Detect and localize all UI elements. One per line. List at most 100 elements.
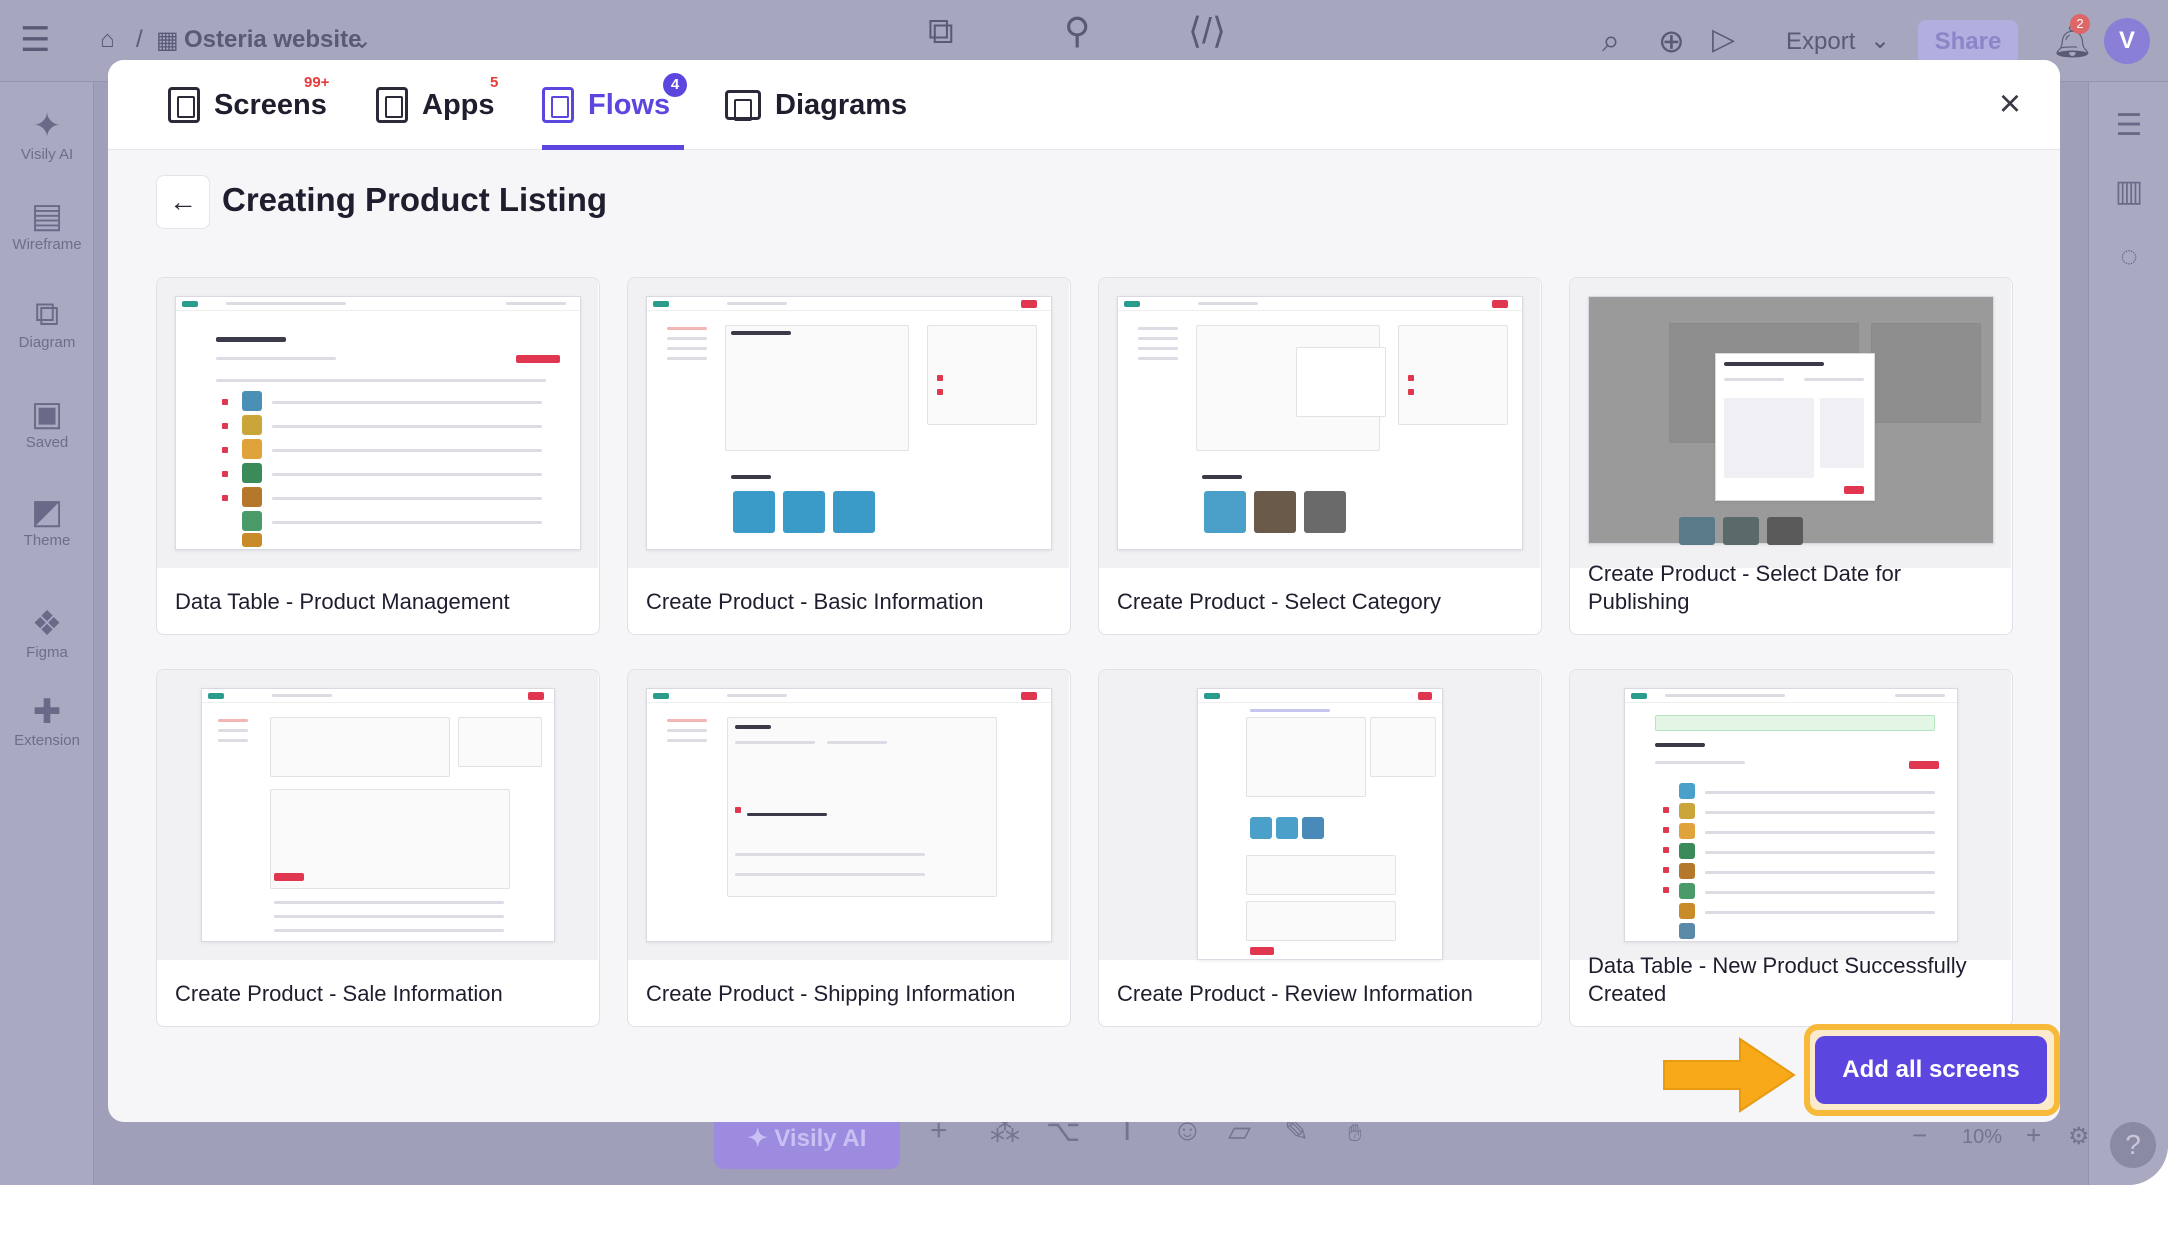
sidebar-item-diagram[interactable]: ⧉ Diagram	[0, 294, 94, 351]
back-button[interactable]: ←	[156, 175, 210, 229]
project-icon: ▦	[156, 27, 179, 54]
screen-card-label: Create Product - Basic Information	[646, 589, 984, 614]
close-icon[interactable]: ×	[1990, 84, 2030, 124]
tab-label: Flows	[588, 88, 671, 121]
avatar[interactable]: V	[2104, 18, 2150, 64]
add-all-screens-button[interactable]: Add all screens	[1815, 1036, 2047, 1104]
screen-card[interactable]: Create Product - Select Category	[1098, 277, 1542, 635]
screen-card[interactable]: Create Product - Basic Information	[627, 277, 1071, 635]
puzzle-icon: ✚	[32, 693, 62, 731]
sidebar-item-label: Wireframe	[12, 236, 82, 253]
screen-thumbnail	[157, 670, 598, 960]
screen-thumbnail	[1099, 670, 1540, 960]
notification-badge: 2	[2070, 14, 2090, 34]
prototype-mode-icon[interactable]: ⚲	[1064, 10, 1090, 52]
sidebar-item-theme[interactable]: ◩ Theme	[0, 492, 94, 549]
screen-card-label: Create Product - Review Information	[1117, 981, 1473, 1006]
screen-card[interactable]: Create Product - Sale Information	[156, 669, 600, 1027]
thumbnail-preview	[201, 688, 555, 942]
tab-apps[interactable]: Apps	[376, 60, 495, 150]
diagrams-icon	[725, 90, 761, 121]
sidebar-item-saved[interactable]: ▣ Saved	[0, 394, 94, 451]
project-name[interactable]: Osteria website	[184, 26, 361, 54]
zoom-out-icon[interactable]: −	[1912, 1120, 1927, 1151]
add-icon[interactable]: ⊕	[1658, 22, 1685, 60]
align-icon[interactable]: ▥	[2089, 174, 2168, 209]
screen-card[interactable]: Data Table - Product Management	[156, 277, 600, 635]
hand-tool-icon[interactable]: ✋︎	[1348, 1120, 1362, 1148]
play-icon[interactable]: ▷	[1712, 22, 1735, 57]
sidebar-item-label: Theme	[23, 532, 71, 549]
sidebar-item-visily-ai[interactable]: ✦ Visily AI	[0, 106, 94, 163]
tab-label: Apps	[422, 88, 495, 121]
gear-icon[interactable]: ⚙	[2068, 1122, 2090, 1151]
search-icon[interactable]: ⌕	[1602, 22, 1620, 60]
zoom-level[interactable]: 10%	[1962, 1126, 2002, 1149]
code-mode-icon[interactable]: ⟨/⟩	[1188, 10, 1226, 52]
sidebar-item-figma[interactable]: ❖ Figma	[0, 604, 94, 661]
apps-count-badge: 5	[490, 74, 499, 91]
tab-flows[interactable]: Flows	[542, 60, 685, 150]
sidebar-item-label: Diagram	[18, 334, 76, 351]
sidebar-item-label: Figma	[26, 644, 68, 661]
chevron-down-icon[interactable]: ⌄	[352, 26, 372, 55]
screen-card[interactable]: Create Product - Review Information	[1098, 669, 1542, 1027]
screen-card[interactable]: Create Product - Select Date for Publish…	[1569, 277, 2013, 635]
save-icon: ▣	[30, 395, 64, 433]
right-sidebar: ☰ ▥ ◌	[2088, 82, 2168, 1185]
flows-count-badge: 4	[663, 73, 687, 97]
screen-icon	[168, 87, 200, 123]
screen-card[interactable]: Data Table - New Product Successfully Cr…	[1569, 669, 2013, 1027]
thumbnail-preview	[1197, 688, 1443, 960]
home-icon[interactable]: ⌂	[100, 26, 115, 54]
flows-modal: Screens 99+ Apps 5 Flows 4 Diagrams × ← …	[108, 60, 2060, 1122]
menu-icon[interactable]: ☰	[20, 20, 50, 60]
thumbnail-preview	[646, 296, 1052, 550]
thumbnail-preview	[1624, 688, 1958, 942]
sidebar-item-label: Extension	[14, 732, 80, 749]
share-button[interactable]: Share	[1918, 20, 2018, 64]
screen-thumbnail	[1570, 670, 2011, 960]
sparkle-icon: ✦	[32, 107, 62, 145]
thumbnail-preview	[1588, 296, 1994, 545]
comment-icon[interactable]: ◌	[2089, 240, 2168, 274]
screen-thumbnail	[1099, 278, 1540, 568]
left-sidebar: ✦ Visily AI ▤ Wireframe ⧉ Diagram ▣ Saved ◩ T…	[0, 82, 94, 1185]
export-chevron-icon[interactable]: ⌄	[1870, 26, 1890, 55]
screen-card-label: Data Table - New Product Successfully Cr…	[1588, 953, 1967, 1006]
modal-header: Screens 99+ Apps 5 Flows 4 Diagrams ×	[108, 60, 2060, 150]
breadcrumb-separator: /	[136, 26, 143, 53]
date-picker-popup	[1715, 353, 1875, 501]
arrow-left-icon: ←	[169, 186, 197, 217]
wireframe-icon: ▤	[30, 197, 64, 235]
screen-thumbnail	[1570, 278, 2011, 568]
sidebar-item-extension[interactable]: ✚ Extension	[0, 692, 94, 749]
visily-ai-label: Visily AI	[774, 1125, 867, 1152]
help-icon[interactable]: ?	[2110, 1122, 2156, 1168]
thumbnail-preview	[1117, 296, 1523, 550]
screen-card-label: Create Product - Sale Information	[175, 981, 503, 1006]
export-button[interactable]: Export	[1786, 28, 1855, 56]
apps-icon	[376, 87, 408, 123]
theme-icon: ◩	[30, 493, 64, 531]
screen-card-label: Data Table - Product Management	[175, 589, 510, 614]
screen-card[interactable]: Create Product - Shipping Information	[627, 669, 1071, 1027]
tab-label: Screens	[214, 88, 327, 121]
screen-card-label: Create Product - Select Date for Publish…	[1588, 561, 1902, 614]
zoom-in-icon[interactable]: +	[2026, 1120, 2041, 1151]
screen-card-label: Create Product - Select Category	[1117, 589, 1442, 614]
sidebar-item-label: Visily AI	[20, 146, 74, 163]
page-title: Creating Product Listing	[222, 181, 608, 218]
sidebar-item-wireframe[interactable]: ▤ Wireframe	[0, 196, 94, 253]
diagram-icon: ⧉	[34, 295, 60, 333]
tab-diagrams[interactable]: Diagrams	[725, 60, 907, 150]
flows-icon	[542, 87, 574, 123]
pointer-arrow-icon	[1663, 1037, 1796, 1113]
sparkle-icon: ✦	[747, 1125, 775, 1152]
thumbnail-preview	[175, 296, 581, 550]
screen-thumbnail	[628, 670, 1069, 960]
sidebar-item-label: Saved	[25, 434, 69, 451]
figma-icon: ❖	[31, 605, 63, 643]
settings-sliders-icon[interactable]: ☰	[2089, 108, 2168, 143]
design-mode-icon[interactable]: ⧉	[928, 10, 954, 53]
